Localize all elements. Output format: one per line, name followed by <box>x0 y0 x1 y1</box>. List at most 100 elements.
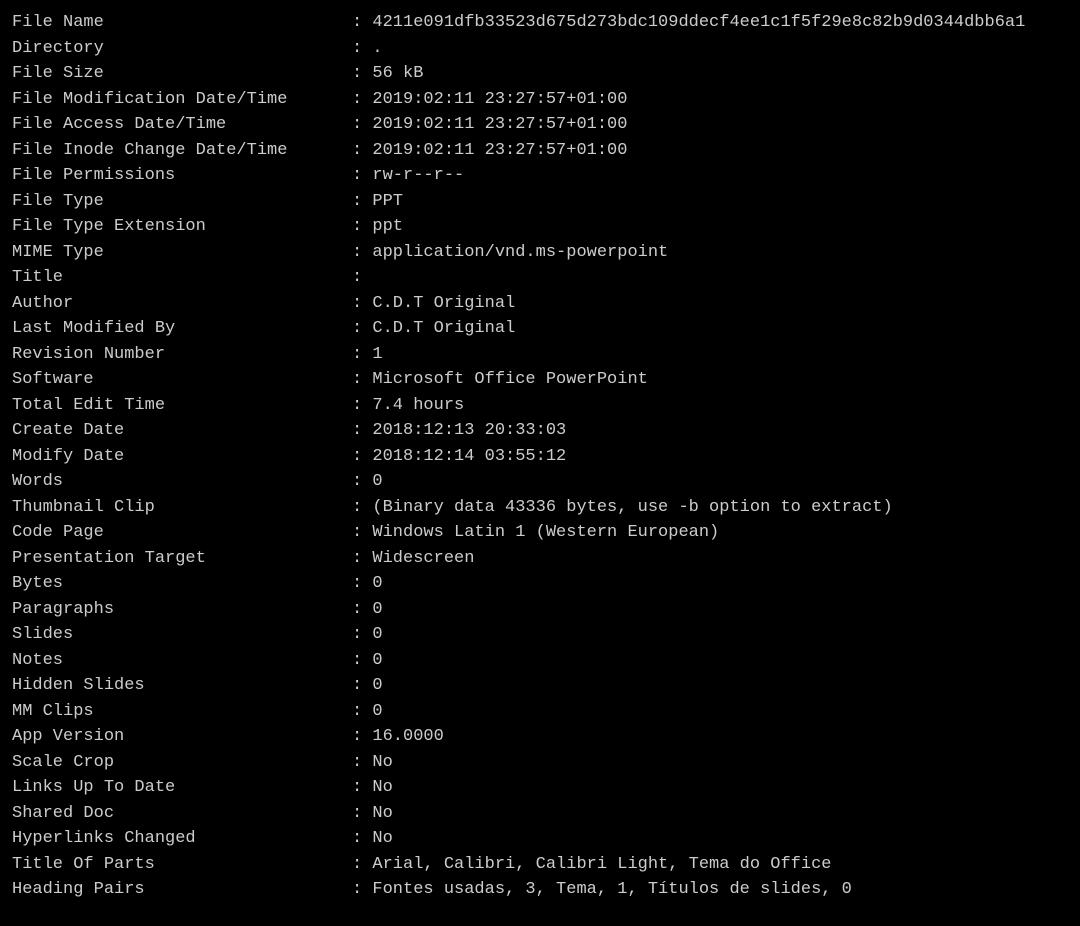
metadata-label: App Version <box>12 724 352 750</box>
metadata-separator: : <box>352 240 372 266</box>
metadata-value: Arial, Calibri, Calibri Light, Tema do O… <box>372 852 831 878</box>
metadata-row: Last Modified By: C.D.T Original <box>12 316 1068 342</box>
metadata-label: Shared Doc <box>12 801 352 827</box>
metadata-separator: : <box>352 571 372 597</box>
metadata-separator: : <box>352 724 372 750</box>
metadata-value: No <box>372 801 392 827</box>
metadata-separator: : <box>352 291 372 317</box>
metadata-row: Scale Crop: No <box>12 750 1068 776</box>
metadata-label: File Permissions <box>12 163 352 189</box>
metadata-row: Code Page: Windows Latin 1 (Western Euro… <box>12 520 1068 546</box>
metadata-separator: : <box>352 546 372 572</box>
metadata-label: Total Edit Time <box>12 393 352 419</box>
metadata-label: MIME Type <box>12 240 352 266</box>
metadata-separator: : <box>352 10 372 36</box>
metadata-value: PPT <box>372 189 403 215</box>
metadata-value: 2018:12:14 03:55:12 <box>372 444 566 470</box>
metadata-separator: : <box>352 469 372 495</box>
metadata-row: File Size: 56 kB <box>12 61 1068 87</box>
metadata-row: Words: 0 <box>12 469 1068 495</box>
metadata-value: 0 <box>372 699 382 725</box>
metadata-separator: : <box>352 61 372 87</box>
metadata-value: 2019:02:11 23:27:57+01:00 <box>372 87 627 113</box>
metadata-separator: : <box>352 138 372 164</box>
metadata-value: 0 <box>372 469 382 495</box>
metadata-label: Words <box>12 469 352 495</box>
metadata-label: MM Clips <box>12 699 352 725</box>
metadata-value: 2019:02:11 23:27:57+01:00 <box>372 112 627 138</box>
metadata-row: File Type: PPT <box>12 189 1068 215</box>
metadata-value: 2018:12:13 20:33:03 <box>372 418 566 444</box>
metadata-separator: : <box>352 699 372 725</box>
metadata-value: Windows Latin 1 (Western European) <box>372 520 719 546</box>
metadata-value: 0 <box>372 597 382 623</box>
metadata-row: Heading Pairs: Fontes usadas, 3, Tema, 1… <box>12 877 1068 903</box>
metadata-label: Paragraphs <box>12 597 352 623</box>
metadata-row: Title: <box>12 265 1068 291</box>
metadata-row: Notes: 0 <box>12 648 1068 674</box>
metadata-value: 4211e091dfb33523d675d273bdc109ddecf4ee1c… <box>372 10 1025 36</box>
metadata-value: 0 <box>372 571 382 597</box>
metadata-value: Widescreen <box>372 546 474 572</box>
metadata-separator: : <box>352 87 372 113</box>
metadata-separator: : <box>352 112 372 138</box>
metadata-label: Title Of Parts <box>12 852 352 878</box>
metadata-label: Scale Crop <box>12 750 352 776</box>
metadata-value: 0 <box>372 648 382 674</box>
metadata-row: MIME Type: application/vnd.ms-powerpoint <box>12 240 1068 266</box>
metadata-row: MM Clips: 0 <box>12 699 1068 725</box>
metadata-row: Directory: . <box>12 36 1068 62</box>
metadata-value: 0 <box>372 673 382 699</box>
metadata-separator: : <box>352 189 372 215</box>
metadata-row: Title Of Parts: Arial, Calibri, Calibri … <box>12 852 1068 878</box>
metadata-separator: : <box>352 826 372 852</box>
metadata-value: 56 kB <box>372 61 423 87</box>
metadata-separator: : <box>352 418 372 444</box>
metadata-separator: : <box>352 163 372 189</box>
metadata-row: File Modification Date/Time: 2019:02:11 … <box>12 87 1068 113</box>
metadata-label: Last Modified By <box>12 316 352 342</box>
metadata-separator: : <box>352 622 372 648</box>
metadata-label: Notes <box>12 648 352 674</box>
metadata-value: No <box>372 775 392 801</box>
metadata-separator: : <box>352 775 372 801</box>
metadata-label: Code Page <box>12 520 352 546</box>
metadata-value: 7.4 hours <box>372 393 464 419</box>
metadata-separator: : <box>352 597 372 623</box>
metadata-separator: : <box>352 367 372 393</box>
metadata-value: Fontes usadas, 3, Tema, 1, Títulos de sl… <box>372 877 851 903</box>
metadata-label: Bytes <box>12 571 352 597</box>
metadata-row: Author: C.D.T Original <box>12 291 1068 317</box>
metadata-row: File Type Extension: ppt <box>12 214 1068 240</box>
metadata-separator: : <box>352 444 372 470</box>
metadata-label: Hyperlinks Changed <box>12 826 352 852</box>
metadata-value: 0 <box>372 622 382 648</box>
metadata-value: No <box>372 750 392 776</box>
metadata-row: Thumbnail Clip: (Binary data 43336 bytes… <box>12 495 1068 521</box>
metadata-label: Revision Number <box>12 342 352 368</box>
metadata-label: Hidden Slides <box>12 673 352 699</box>
metadata-row: Shared Doc: No <box>12 801 1068 827</box>
metadata-separator: : <box>352 214 372 240</box>
metadata-label: Thumbnail Clip <box>12 495 352 521</box>
metadata-row: File Permissions: rw-r--r-- <box>12 163 1068 189</box>
metadata-value: ppt <box>372 214 403 240</box>
metadata-label: Create Date <box>12 418 352 444</box>
metadata-row: File Access Date/Time: 2019:02:11 23:27:… <box>12 112 1068 138</box>
metadata-row: Hyperlinks Changed: No <box>12 826 1068 852</box>
metadata-label: File Modification Date/Time <box>12 87 352 113</box>
metadata-separator: : <box>352 750 372 776</box>
metadata-value: 16.0000 <box>372 724 443 750</box>
metadata-row: Create Date: 2018:12:13 20:33:03 <box>12 418 1068 444</box>
metadata-row: Software: Microsoft Office PowerPoint <box>12 367 1068 393</box>
metadata-separator: : <box>352 316 372 342</box>
metadata-row: Modify Date: 2018:12:14 03:55:12 <box>12 444 1068 470</box>
metadata-label: Modify Date <box>12 444 352 470</box>
metadata-label: Slides <box>12 622 352 648</box>
metadata-separator: : <box>352 801 372 827</box>
metadata-row: Slides: 0 <box>12 622 1068 648</box>
metadata-row: Links Up To Date: No <box>12 775 1068 801</box>
metadata-row: File Name: 4211e091dfb33523d675d273bdc10… <box>12 10 1068 36</box>
metadata-separator: : <box>352 648 372 674</box>
metadata-value: Microsoft Office PowerPoint <box>372 367 647 393</box>
